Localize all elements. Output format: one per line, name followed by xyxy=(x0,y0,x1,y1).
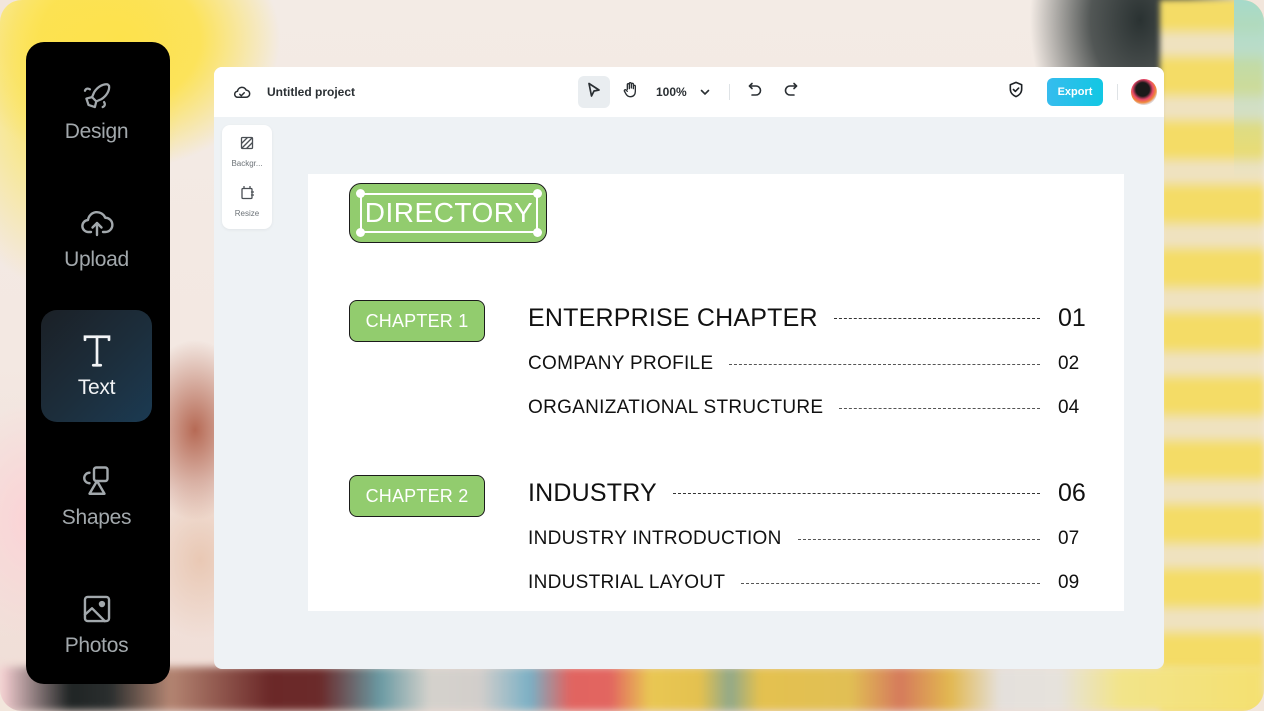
text-selection-frame[interactable]: DIRECTORY xyxy=(356,189,542,237)
top-toolbar: Untitled project 100% Export xyxy=(214,67,1164,117)
tool-rail: Design Upload Text Shapes Photos xyxy=(26,42,170,684)
zoom-level[interactable]: 100% xyxy=(656,84,687,100)
chapter-badge[interactable]: CHAPTER 1 xyxy=(349,300,485,342)
resize-tool[interactable]: Resize xyxy=(222,179,272,225)
toc-entry-label: INDUSTRY INTRODUCTION xyxy=(528,528,782,549)
pointer-icon xyxy=(587,82,601,103)
toc-entry-label: ORGANIZATIONAL STRUCTURE xyxy=(528,397,824,418)
toc-page-number: 06 xyxy=(1058,479,1086,507)
toc-heading-label: ENTERPRISE CHAPTER xyxy=(528,304,818,332)
security-button[interactable] xyxy=(1007,81,1025,103)
dotted-leader xyxy=(833,318,1040,319)
rail-item-photos[interactable]: Photos xyxy=(41,568,152,680)
background-tool[interactable]: Backgr... xyxy=(222,129,272,175)
background-decoration xyxy=(0,667,1264,711)
dotted-leader xyxy=(741,582,1040,584)
toc-page-number: 01 xyxy=(1058,304,1086,332)
toc-entry-label: COMPANY PROFILE xyxy=(528,353,714,374)
rail-item-label: Design xyxy=(64,120,129,143)
toc-heading-row[interactable]: INDUSTRY 06 xyxy=(528,479,1098,508)
toc-page-number: 07 xyxy=(1058,528,1080,549)
editor-window: Untitled project 100% Export Backgr... R… xyxy=(214,67,1164,669)
rail-item-upload[interactable]: Upload xyxy=(41,182,152,294)
rail-item-shapes[interactable]: Shapes xyxy=(41,440,152,552)
cloud-sync-icon[interactable] xyxy=(232,83,252,101)
background-tool-label: Backgr... xyxy=(231,159,263,168)
redo-button[interactable] xyxy=(782,82,800,102)
resize-tool-label: Resize xyxy=(234,209,260,218)
toc-entry-row[interactable]: COMPANY PROFILE 02 xyxy=(528,353,1098,375)
dotted-leader xyxy=(839,407,1040,409)
toc-heading-label: INDUSTRY xyxy=(528,479,657,507)
hand-tool-button[interactable] xyxy=(619,81,641,104)
toolbar-divider xyxy=(729,84,730,100)
select-tool-button[interactable] xyxy=(578,76,610,108)
hand-icon xyxy=(622,81,638,104)
image-icon xyxy=(78,590,116,628)
rail-item-label: Photos xyxy=(64,634,129,657)
rail-item-label: Upload xyxy=(64,248,129,271)
chevron-down-icon[interactable] xyxy=(698,85,712,99)
rail-item-text[interactable]: Text xyxy=(41,310,152,422)
background-decoration xyxy=(1234,0,1264,180)
toc-page-number: 04 xyxy=(1058,397,1080,418)
project-title[interactable]: Untitled project xyxy=(267,84,355,100)
toc-entry-row[interactable]: ORGANIZATIONAL STRUCTURE 04 xyxy=(528,397,1098,419)
dotted-leader xyxy=(672,493,1040,494)
export-button[interactable]: Export xyxy=(1047,78,1103,106)
shapes-icon xyxy=(78,462,116,500)
user-avatar[interactable] xyxy=(1131,79,1157,105)
rail-item-label: Shapes xyxy=(61,506,132,529)
toc-page-number: 09 xyxy=(1058,572,1080,593)
undo-button[interactable] xyxy=(746,82,764,102)
side-tools-panel: Backgr... Resize xyxy=(222,125,272,229)
toc-entry-label: INDUSTRIAL LAYOUT xyxy=(528,572,726,593)
cloud-upload-icon xyxy=(78,204,116,242)
toc-entry-row[interactable]: INDUSTRIAL LAYOUT 09 xyxy=(528,572,1098,594)
dotted-leader xyxy=(729,363,1040,365)
background-icon xyxy=(240,136,254,155)
rocket-icon xyxy=(78,76,116,114)
rail-item-label: Text xyxy=(77,376,116,399)
resize-icon xyxy=(240,185,255,205)
rail-item-design[interactable]: Design xyxy=(41,54,152,166)
toolbar-divider xyxy=(1117,84,1118,100)
directory-title[interactable]: DIRECTORY xyxy=(362,195,536,231)
design-canvas[interactable]: DIRECTORY CHAPTER 1 ENTERPRISE CHAPTER 0… xyxy=(308,174,1124,611)
shield-check-icon xyxy=(1008,81,1024,103)
redo-icon xyxy=(784,82,798,102)
dotted-leader xyxy=(797,538,1040,540)
toc-page-number: 02 xyxy=(1058,353,1080,374)
directory-title-box[interactable]: DIRECTORY xyxy=(349,183,547,243)
toc-entry-row[interactable]: INDUSTRY INTRODUCTION 07 xyxy=(528,528,1098,550)
undo-icon xyxy=(748,82,762,102)
chapter-badge[interactable]: CHAPTER 2 xyxy=(349,475,485,517)
toc-heading-row[interactable]: ENTERPRISE CHAPTER 01 xyxy=(528,304,1098,333)
text-icon xyxy=(78,332,116,370)
